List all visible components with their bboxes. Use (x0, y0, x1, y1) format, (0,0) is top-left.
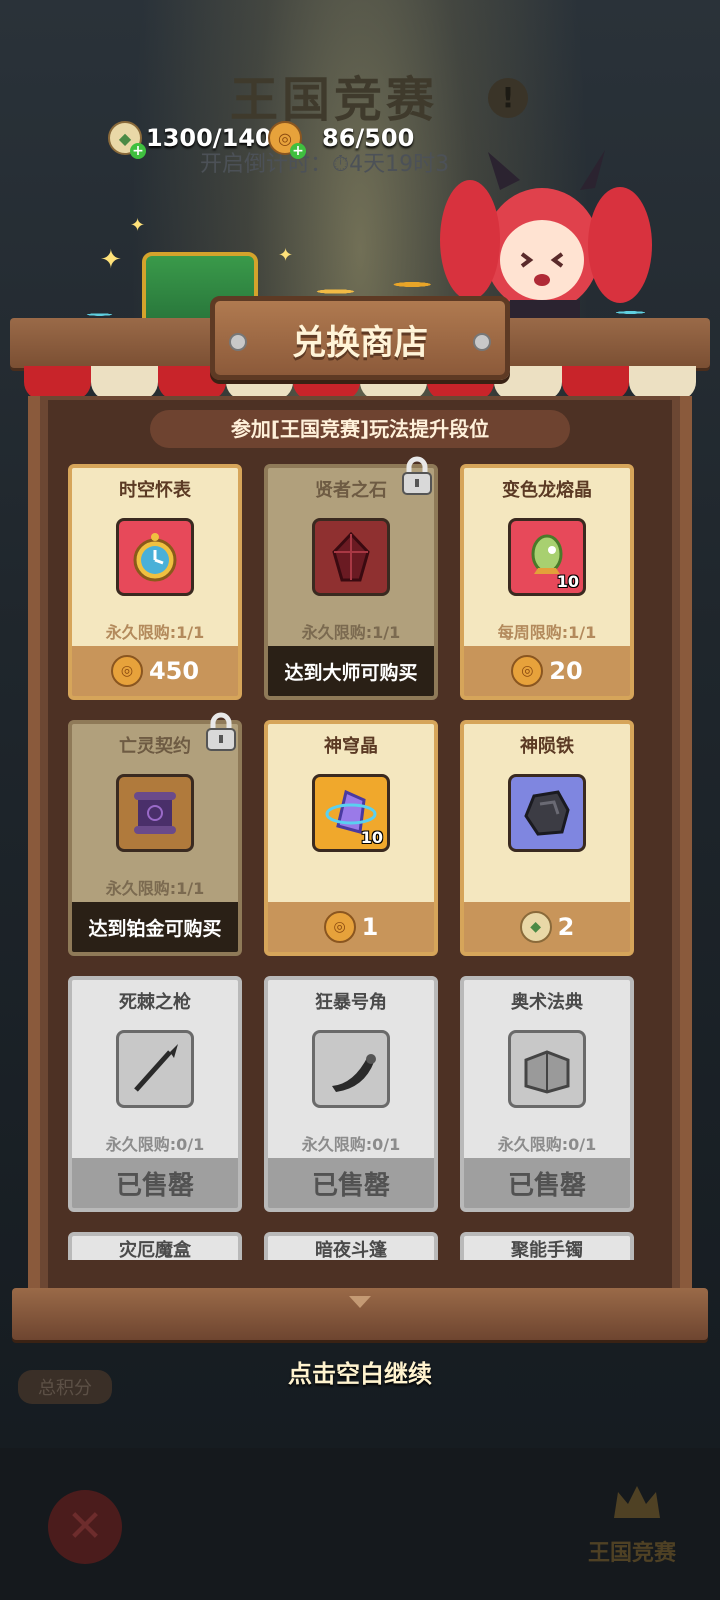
lock-icon (206, 712, 236, 751)
item-name: 灾厄魔盒 (119, 1240, 191, 1260)
lock-icon (402, 456, 432, 495)
purchase-limit: 永久限购:1/1 (105, 879, 205, 898)
green-gem-icon: ◆ (519, 911, 552, 943)
arcane-tome-icon (508, 1030, 586, 1108)
meteoric-iron-icon (508, 774, 586, 852)
celestial-crystal-icon: 10 (312, 774, 390, 852)
item-name: 奥术法典 (511, 992, 583, 1013)
item-name: 死棘之枪 (119, 992, 191, 1013)
item-name: 神陨铁 (520, 736, 574, 757)
item-quantity: 10 (556, 572, 579, 591)
coin-icon: ◎ (323, 911, 356, 943)
purchase-limit: 永久限购:1/1 (301, 623, 401, 642)
tap-to-continue-hint[interactable]: 点击空白继续 (0, 1354, 720, 1389)
shop-item-card[interactable]: 死棘之枪 永久限购:0/1 已售罄 (68, 976, 242, 1212)
sold-out-label: 已售罄 (68, 1158, 242, 1212)
item-price: 1 (361, 913, 379, 941)
shop-item-card[interactable]: 暗夜斗篷 (264, 1232, 438, 1260)
unlock-requirement: 达到铂金可购买 (68, 902, 242, 956)
purchase-limit: 每周限购:1/1 (497, 623, 597, 642)
buy-button[interactable]: ◎ 20 (460, 646, 634, 700)
coin-icon: ◎ (511, 655, 544, 687)
pocket-watch-icon (116, 518, 194, 596)
shop-item-card[interactable]: 贤者之石 永久限购:1/1 达到大师可购买 (264, 456, 438, 700)
item-name: 变色龙熔晶 (502, 480, 592, 501)
purchase-limit: 永久限购:0/1 (301, 1135, 401, 1154)
purchase-limit: 永久限购:1/1 (105, 623, 205, 642)
coin-icon: ◎ (110, 655, 143, 687)
buy-button[interactable]: ◎ 450 (68, 646, 242, 700)
thorn-spear-icon (116, 1030, 194, 1108)
philosophers-stone-icon (312, 518, 390, 596)
shop-item-card[interactable]: 奥术法典 永久限购:0/1 已售罄 (460, 976, 634, 1212)
buy-button[interactable]: ◎ 1 (264, 902, 438, 956)
purchase-limit: 永久限购:0/1 (105, 1135, 205, 1154)
item-price: 20 (549, 657, 583, 685)
shop-item-card[interactable]: 聚能手镯 (460, 1232, 634, 1260)
buy-button[interactable]: ◆ 2 (460, 902, 634, 956)
item-price: 450 (148, 657, 200, 685)
shop-item-card[interactable]: 灾厄魔盒 (68, 1232, 242, 1260)
shop-item-card[interactable]: 神陨铁 ◆ 2 (460, 720, 634, 956)
chameleon-crystal-icon: 10 (508, 518, 586, 596)
item-name: 狂暴号角 (315, 992, 387, 1013)
item-name: 聚能手镯 (511, 1240, 583, 1260)
sold-out-label: 已售罄 (460, 1158, 634, 1212)
item-name: 时空怀表 (119, 480, 191, 501)
shop-item-card[interactable]: 神穹晶 10 ◎ 1 (264, 720, 438, 956)
shop-item-card[interactable]: 变色龙熔晶 10 每周限购:1/1 ◎ 20 (460, 464, 634, 700)
undead-contract-scroll-icon (116, 774, 194, 852)
shop-item-card[interactable]: 亡灵契约 永久限购:1/1 达到铂金可购买 (68, 712, 242, 956)
purchase-limit: 永久限购:0/1 (497, 1135, 597, 1154)
berserk-horn-icon (312, 1030, 390, 1108)
sold-out-label: 已售罄 (264, 1158, 438, 1212)
item-name: 暗夜斗篷 (315, 1240, 387, 1260)
item-quantity: 10 (360, 828, 383, 847)
item-price: 2 (557, 913, 575, 941)
shop-item-card[interactable]: 时空怀表 永久限购:1/1 ◎ 450 (68, 464, 242, 700)
unlock-requirement: 达到大师可购买 (264, 646, 438, 700)
shop-item-card[interactable]: 狂暴号角 永久限购:0/1 已售罄 (264, 976, 438, 1212)
item-name: 神穹晶 (324, 736, 378, 757)
